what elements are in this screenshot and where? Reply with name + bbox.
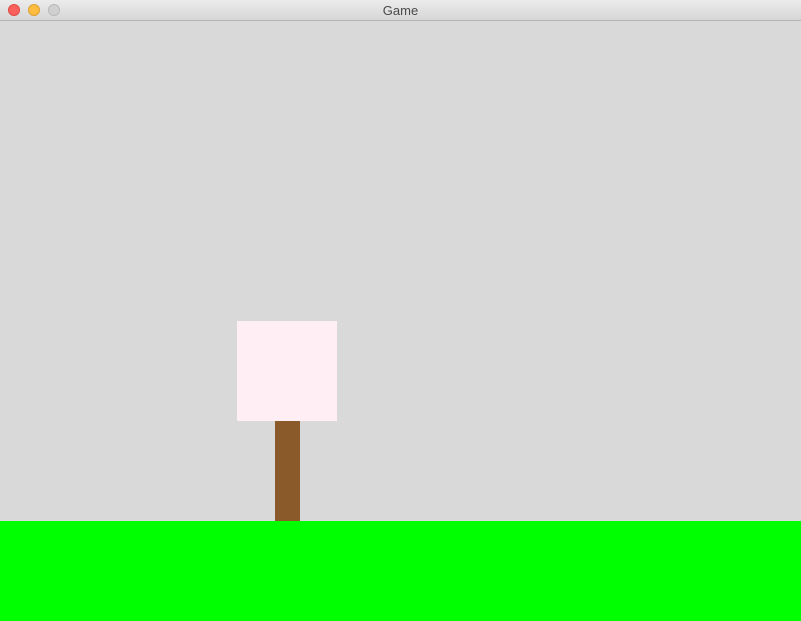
game-window: Game bbox=[0, 0, 801, 621]
tree-trunk bbox=[275, 421, 300, 521]
ground bbox=[0, 521, 801, 621]
title-bar[interactable]: Game bbox=[0, 0, 801, 21]
tree-canopy bbox=[237, 321, 337, 421]
window-title: Game bbox=[382, 3, 419, 18]
game-canvas[interactable] bbox=[0, 21, 801, 621]
